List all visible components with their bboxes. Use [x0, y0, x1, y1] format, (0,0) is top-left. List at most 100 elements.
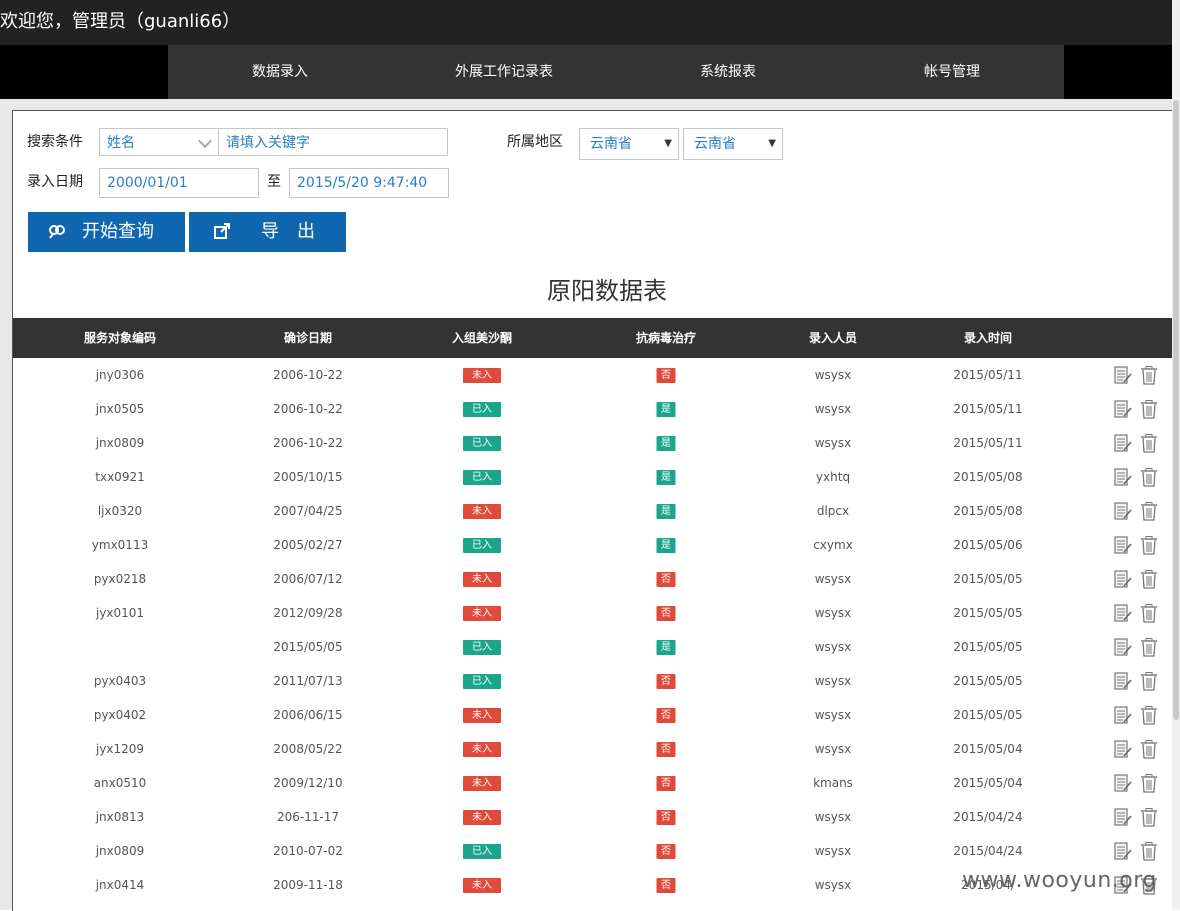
caret-down-icon: ▼ — [664, 138, 672, 149]
edit-icon[interactable] — [1114, 706, 1132, 725]
table-row[interactable]: ljx0320 2007/04/25 未入 是 dlpcx 2015/05/08 — [13, 494, 1173, 528]
cell-entry-time: 2015/04/24 — [953, 810, 1023, 824]
start-query-button[interactable]: 开始查询 — [28, 212, 185, 252]
table-row[interactable]: anx0510 2009/12/10 未入 否 kmans 2015/05/04 — [13, 766, 1173, 800]
trash-icon[interactable] — [1140, 638, 1158, 657]
cell-entered-by: wsysx — [814, 844, 852, 858]
top-bar: 欢迎您，管理员（guanli66） — [0, 0, 1172, 45]
cell-entry-time: 2015/05/04 — [953, 776, 1023, 790]
methadone-status-badge: 未入 — [463, 776, 501, 791]
start-query-label: 开始查询 — [82, 221, 154, 242]
methadone-status-badge: 已入 — [463, 436, 501, 451]
scrollbar-thumb[interactable] — [1173, 100, 1179, 720]
nav-item-account-management[interactable]: 帐号管理 — [840, 45, 1064, 99]
table-row[interactable]: 2015/05/05 已入 是 wsysx 2015/05/05 — [13, 630, 1173, 664]
trash-icon[interactable] — [1140, 468, 1158, 487]
edit-icon[interactable] — [1114, 604, 1132, 623]
antiviral-status-badge: 否 — [656, 878, 676, 893]
export-label: 导 出 — [261, 221, 315, 242]
cell-diagnosis-date: 2008/05/22 — [273, 742, 343, 756]
cell-client-code: ljx0320 — [97, 504, 143, 518]
col-header-diagnosis-date: 确诊日期 — [283, 331, 333, 345]
edit-icon[interactable] — [1114, 400, 1132, 419]
table-row[interactable]: jny0306 2006-10-22 未入 否 wsysx 2015/05/11 — [13, 358, 1173, 392]
caret-down-icon: ▼ — [768, 138, 776, 149]
trash-icon[interactable] — [1140, 400, 1158, 419]
nav-item-data-entry[interactable]: 数据录入 — [168, 45, 392, 99]
cell-entry-time: 2015/05/05 — [953, 572, 1023, 586]
table-row[interactable]: jyx1209 2008/05/22 未入 否 wsysx 2015/05/04 — [13, 732, 1173, 766]
col-header-client-code: 服务对象编码 — [83, 331, 157, 345]
trash-icon[interactable] — [1140, 434, 1158, 453]
edit-icon[interactable] — [1114, 774, 1132, 793]
edit-icon[interactable] — [1114, 740, 1132, 759]
cell-entered-by: wsysx — [814, 708, 852, 722]
export-button[interactable]: 导 出 — [189, 212, 346, 252]
edit-icon[interactable] — [1114, 366, 1132, 385]
cell-entered-by: wsysx — [814, 810, 852, 824]
table-row[interactable]: pyx0402 2006/06/15 未入 否 wsysx 2015/05/05 — [13, 698, 1173, 732]
edit-icon[interactable] — [1114, 434, 1132, 453]
methadone-status-badge: 已入 — [463, 640, 501, 655]
cell-entered-by: wsysx — [814, 878, 852, 892]
trash-icon[interactable] — [1140, 672, 1158, 691]
table-row[interactable]: pyx0403 2011/07/13 已入 否 wsysx 2015/05/05 — [13, 664, 1173, 698]
cell-diagnosis-date: 2009/12/10 — [273, 776, 343, 790]
search-field-select[interactable]: 姓名 — [99, 128, 219, 156]
watermark: www.wooyun.org — [962, 868, 1157, 893]
keyword-input[interactable]: 请填入关键字 — [218, 128, 448, 156]
trash-icon[interactable] — [1140, 842, 1158, 861]
cell-entry-time: 2015/05/05 — [953, 708, 1023, 722]
trash-icon[interactable] — [1140, 502, 1158, 521]
antiviral-status-badge: 是 — [656, 538, 676, 553]
edit-icon[interactable] — [1114, 672, 1132, 691]
methadone-status-badge: 未入 — [463, 504, 501, 519]
chevron-down-icon — [197, 133, 213, 149]
edit-icon[interactable] — [1114, 842, 1132, 861]
trash-icon[interactable] — [1140, 740, 1158, 759]
table-row[interactable]: jyx0101 2012/09/28 未入 否 wsysx 2015/05/05 — [13, 596, 1173, 630]
cell-entered-by: cxymx — [813, 538, 853, 552]
edit-icon[interactable] — [1114, 638, 1132, 657]
cell-diagnosis-date: 2012/09/28 — [273, 606, 343, 620]
cell-client-code: txx0921 — [95, 470, 145, 484]
table-row[interactable]: jnx0809 2010-07-02 已入 否 wsysx 2015/04/24 — [13, 834, 1173, 868]
table-row[interactable]: jnx0505 2006-10-22 已入 是 wsysx 2015/05/11 — [13, 392, 1173, 426]
edit-icon[interactable] — [1114, 502, 1132, 521]
methadone-status-badge: 已入 — [463, 674, 501, 689]
col-header-entered-by: 录入人员 — [808, 331, 858, 345]
table-row[interactable]: txx0921 2005/10/15 已入 是 yxhtq 2015/05/08 — [13, 460, 1173, 494]
scrollbar[interactable] — [1172, 0, 1180, 910]
region-province-select[interactable]: 云南省 ▼ — [579, 128, 679, 160]
trash-icon[interactable] — [1140, 536, 1158, 555]
cell-client-code: jyx0101 — [95, 606, 145, 620]
trash-icon[interactable] — [1140, 604, 1158, 623]
cell-entry-time: 2015/05/08 — [953, 470, 1023, 484]
table-row[interactable]: jnx0809 2006-10-22 已入 是 wsysx 2015/05/11 — [13, 426, 1173, 460]
nav-item-outreach-records[interactable]: 外展工作记录表 — [392, 45, 616, 99]
edit-icon[interactable] — [1114, 570, 1132, 589]
trash-icon[interactable] — [1140, 366, 1158, 385]
table-row[interactable]: jnx0813 206-11-17 未入 否 wsysx 2015/04/24 — [13, 800, 1173, 834]
edit-icon[interactable] — [1114, 468, 1132, 487]
trash-icon[interactable] — [1140, 706, 1158, 725]
cell-entry-time: 2015/05/08 — [953, 504, 1023, 518]
cell-client-code: jnx0505 — [95, 402, 145, 416]
edit-icon[interactable] — [1114, 536, 1132, 555]
trash-icon[interactable] — [1140, 808, 1158, 827]
edit-icon[interactable] — [1114, 808, 1132, 827]
trash-icon[interactable] — [1140, 774, 1158, 793]
trash-icon[interactable] — [1140, 570, 1158, 589]
region-label: 所属地区 — [507, 134, 563, 150]
date-to-input[interactable]: 2015/5/20 9:47:40 — [289, 168, 449, 198]
table-header: 服务对象编码 确诊日期 入组美沙酮 抗病毒治疗 录入人员 录入时间 — [13, 318, 1173, 358]
table-row[interactable]: pyx0218 2006/07/12 未入 否 wsysx 2015/05/05 — [13, 562, 1173, 596]
antiviral-status-badge: 否 — [656, 776, 676, 791]
cell-diagnosis-date: 2006/06/15 — [273, 708, 343, 722]
nav-item-system-reports[interactable]: 系统报表 — [616, 45, 840, 99]
table-row[interactable]: ymx0113 2005/02/27 已入 是 cxymx 2015/05/06 — [13, 528, 1173, 562]
methadone-status-badge: 已入 — [463, 844, 501, 859]
date-from-input[interactable]: 2000/01/01 — [99, 168, 259, 198]
region-city-select[interactable]: 云南省 ▼ — [683, 128, 783, 160]
antiviral-status-badge: 是 — [656, 436, 676, 451]
